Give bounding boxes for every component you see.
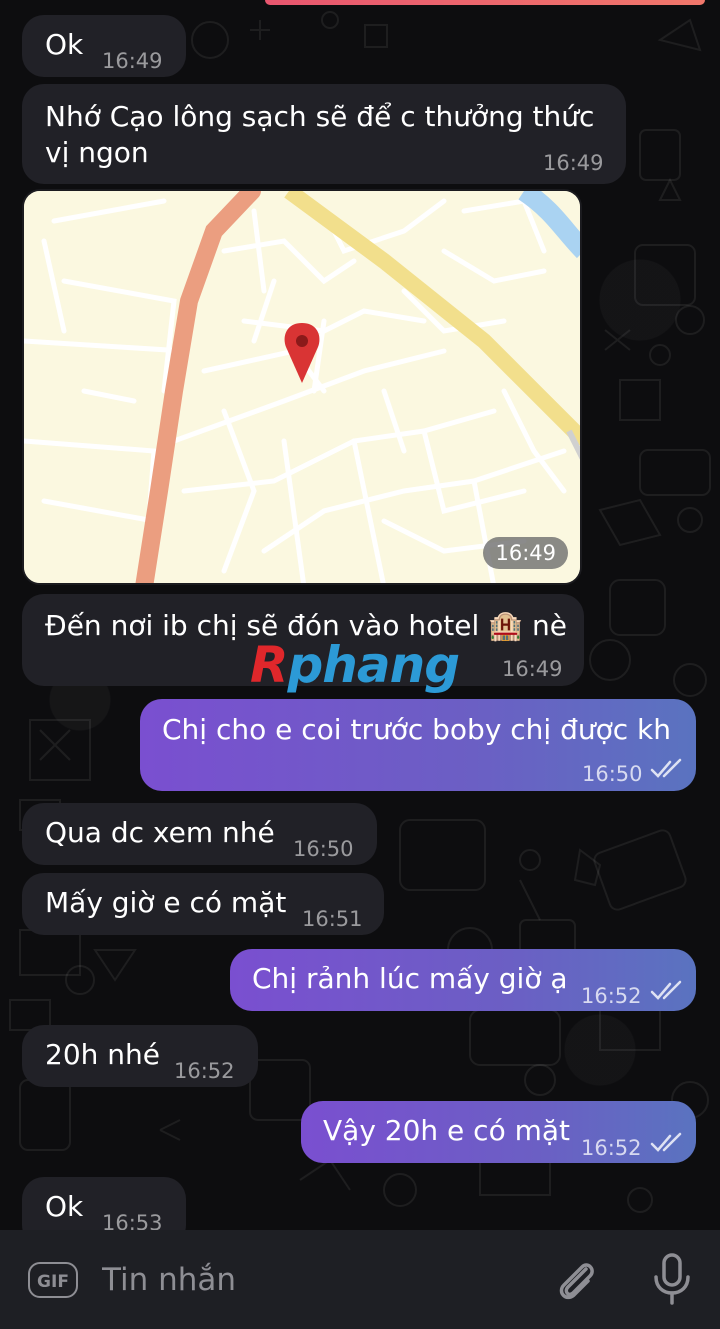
double-check-icon (650, 1132, 682, 1152)
message-text: Qua dc xem nhé (45, 816, 275, 849)
incoming-message[interactable]: Ok 16:49 (22, 15, 186, 77)
message-time: 16:49 (483, 537, 568, 569)
map-image (24, 191, 580, 583)
incoming-message[interactable]: Qua dc xem nhé 16:50 (22, 803, 377, 865)
message-time: 16:53 (102, 1211, 163, 1230)
watermark-logo: Rphang (250, 636, 460, 694)
message-time: 16:52 (174, 1059, 235, 1083)
previous-message-edge (265, 0, 705, 5)
double-check-icon (650, 980, 682, 1000)
message-text: Chị cho e coi trước boby chị được kh (162, 713, 672, 746)
incoming-message[interactable]: Ok 16:53 (22, 1177, 186, 1230)
incoming-message[interactable]: Nhớ Cạo lông sạch sẽ để c thưởng thức vị… (22, 84, 626, 184)
message-text: Vậy 20h e có mặt (323, 1114, 571, 1147)
message-text: 20h nhé (45, 1038, 160, 1071)
incoming-message[interactable]: Mấy giờ e có mặt 16:51 (22, 873, 384, 935)
message-time: 16:50 (582, 762, 643, 786)
message-text: Nhớ Cạo lông sạch sẽ để c thưởng thức vị… (45, 100, 595, 169)
message-text: Ok (45, 28, 84, 61)
outgoing-message[interactable]: Chị rảnh lúc mấy giờ ạ 16:52 (230, 949, 696, 1011)
gif-icon[interactable]: GIF (28, 1262, 78, 1298)
outgoing-message[interactable]: Vậy 20h e có mặt 16:52 (301, 1101, 696, 1163)
message-time: 16:51 (302, 907, 363, 931)
message-time: 16:52 (581, 1136, 642, 1160)
outgoing-message[interactable]: Chị cho e coi trước boby chị được kh 16:… (140, 699, 696, 791)
message-text: Ok (45, 1190, 84, 1223)
incoming-message[interactable]: 20h nhé 16:52 (22, 1025, 258, 1087)
location-map-message[interactable]: 16:49 (22, 189, 582, 585)
message-text: Chị rảnh lúc mấy giờ ạ (252, 962, 568, 995)
chat-area[interactable]: Ok 16:49 Nhớ Cạo lông sạch sẽ để c thưởn… (0, 0, 720, 1230)
message-input[interactable] (100, 1255, 534, 1305)
message-text: Mấy giờ e có mặt (45, 886, 287, 919)
paperclip-icon[interactable] (552, 1255, 600, 1303)
message-time: 16:52 (581, 984, 642, 1008)
microphone-icon[interactable] (650, 1253, 694, 1307)
message-time: 16:49 (102, 49, 163, 73)
double-check-icon (650, 758, 682, 778)
message-time: 16:49 (502, 657, 563, 681)
message-time: 16:50 (293, 837, 354, 861)
message-time: 16:49 (543, 151, 604, 175)
